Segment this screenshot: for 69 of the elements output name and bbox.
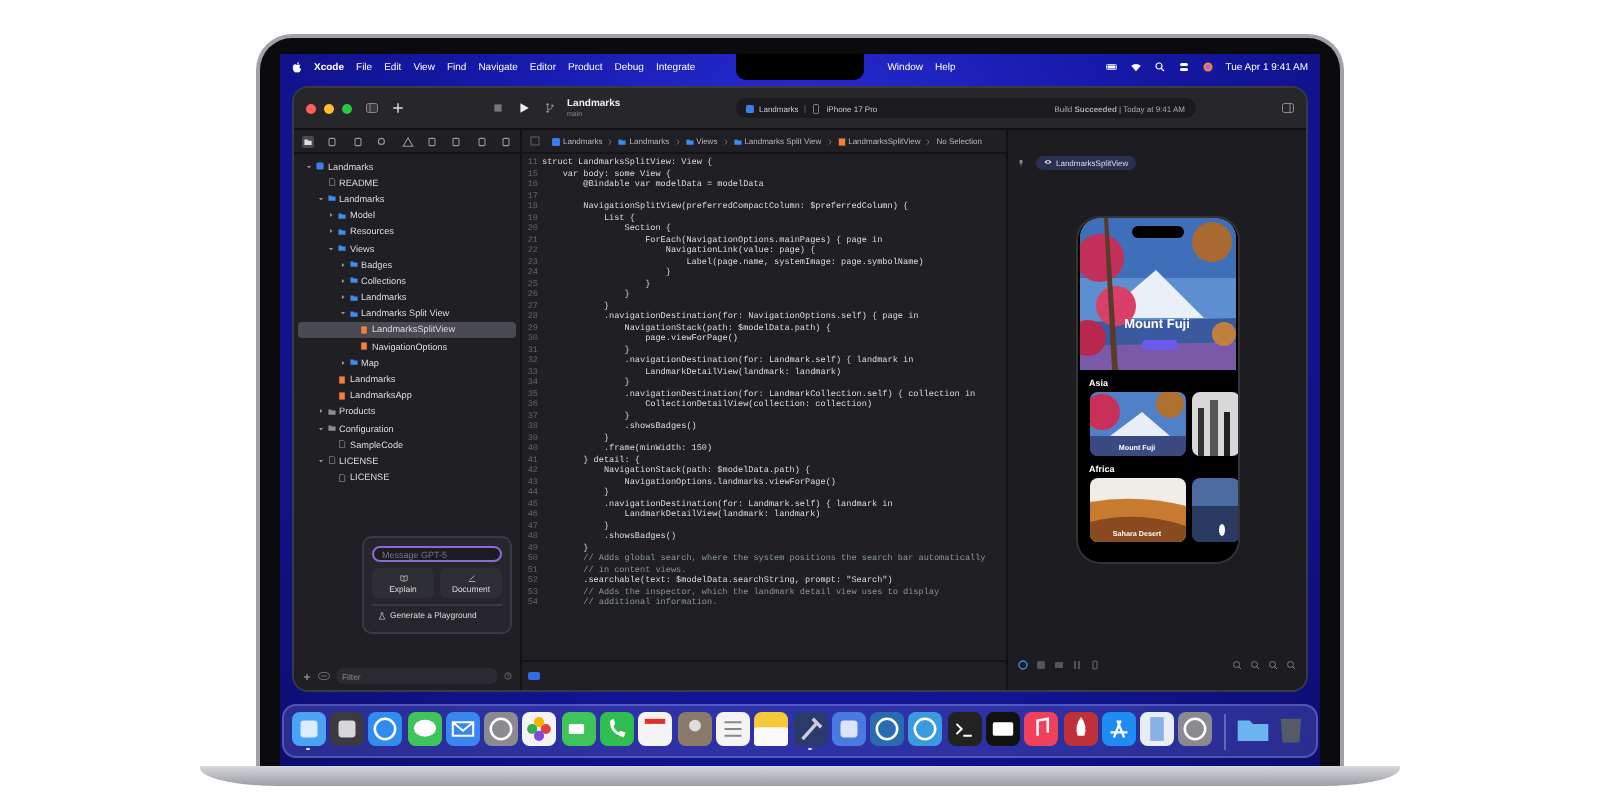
book-icon	[399, 573, 407, 581]
chevron-icon	[827, 137, 832, 145]
chevron-icon	[723, 137, 728, 145]
chevron-icon	[926, 137, 931, 145]
document-icon[interactable]	[1140, 711, 1175, 746]
plus-icon[interactable]	[302, 671, 312, 681]
zoom-icon[interactable]	[1232, 659, 1242, 669]
phone-icon[interactable]	[600, 711, 635, 746]
folder-icon	[685, 137, 694, 145]
app-icon	[745, 103, 753, 113]
chat-bubble-icon[interactable]	[407, 711, 442, 746]
rocket-icon[interactable]	[1063, 711, 1098, 746]
disclosure-icon[interactable]	[339, 359, 345, 366]
sliders-icon[interactable]	[1072, 659, 1082, 669]
folder-icon	[349, 358, 357, 367]
pin-icon[interactable]	[1018, 157, 1024, 167]
screen-icon[interactable]	[985, 711, 1020, 746]
list-icon[interactable]	[715, 711, 750, 746]
flower-icon[interactable]	[522, 711, 557, 746]
project-icon	[552, 137, 560, 145]
terminal-icon[interactable]	[947, 711, 982, 746]
stop-icon[interactable]	[491, 102, 503, 114]
orb-icon[interactable]	[1201, 62, 1214, 72]
hammer-icon[interactable]	[793, 711, 827, 746]
folder-icon[interactable]	[302, 135, 314, 147]
camera-notch	[736, 54, 864, 80]
filter-icon	[318, 672, 330, 680]
zoom-icon[interactable]	[1286, 659, 1296, 669]
minimize-button[interactable]	[324, 103, 334, 113]
app-store-icon[interactable]	[1101, 711, 1136, 746]
project-icon	[316, 162, 324, 171]
close-button[interactable]	[306, 103, 316, 113]
disclosure-icon[interactable]	[328, 212, 334, 219]
control-center-icon[interactable]	[1177, 62, 1190, 72]
notepad-icon[interactable]	[754, 711, 789, 746]
disclosure-icon[interactable]	[317, 408, 323, 415]
apple-menu-icon[interactable]	[292, 61, 302, 73]
flask-icon	[378, 611, 386, 619]
eye-icon	[1044, 158, 1052, 166]
envelope-icon[interactable]	[445, 711, 480, 746]
swift-file-icon	[837, 137, 846, 145]
sidebar-toggle-icon[interactable]	[366, 102, 378, 114]
folder-icon	[733, 137, 742, 145]
disclosure-icon[interactable]	[339, 294, 345, 301]
dynamic-island	[1131, 226, 1183, 238]
zoom-button[interactable]	[342, 103, 352, 113]
folder-icon	[618, 137, 627, 145]
disclosure-icon[interactable]	[328, 228, 334, 235]
disclosure-icon[interactable]	[339, 261, 345, 268]
warning-icon[interactable]	[401, 135, 413, 147]
inspector-toggle-icon[interactable]	[1282, 102, 1294, 114]
battery-icon[interactable]	[1105, 62, 1118, 72]
music-note-icon[interactable]	[1024, 711, 1059, 746]
landmark-card[interactable]	[1191, 392, 1237, 456]
phone-icon	[812, 103, 821, 113]
disclosure-icon[interactable]	[339, 277, 345, 284]
contact-icon[interactable]	[677, 711, 712, 746]
console-toggle-icon[interactable]	[528, 672, 540, 680]
calendar-icon[interactable]	[638, 711, 673, 746]
live-mode-icon[interactable]	[1018, 659, 1028, 669]
chevron-icon	[675, 137, 680, 145]
zoom-icon[interactable]	[1268, 659, 1278, 669]
play-icon[interactable]	[517, 102, 529, 114]
camera-icon[interactable]	[561, 711, 596, 746]
chevron-icon	[608, 137, 613, 145]
document-icon	[327, 178, 335, 187]
zoom-icon[interactable]	[1250, 659, 1260, 669]
branch-icon	[543, 102, 555, 114]
wifi-icon[interactable]	[1129, 62, 1142, 72]
